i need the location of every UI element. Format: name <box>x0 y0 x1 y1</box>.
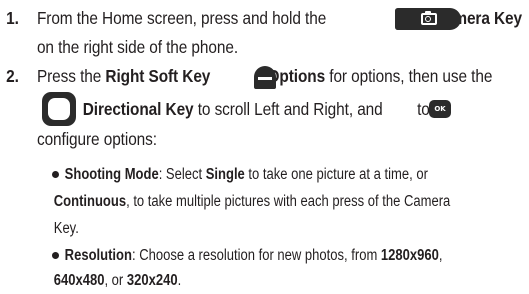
options-text: Options <box>267 66 326 86</box>
bullet-text-part: : Choose a resolution for new photos, fr… <box>131 247 381 264</box>
bullet-text-part: . <box>177 272 182 289</box>
bullet-text: Shooting Mode: Select Single to take one… <box>65 161 428 188</box>
bullet-option: 320x240 <box>126 272 178 289</box>
step-text: From the Home screen, press and hold the <box>37 4 326 33</box>
bullet-dot <box>52 252 59 259</box>
bullet-dot <box>52 171 59 178</box>
bullet-option: Continuous <box>53 193 127 210</box>
step-text-part: to scroll Left and Right, and <box>193 99 383 119</box>
bullet-text-part: , <box>438 247 443 264</box>
step-number: 2. <box>6 66 19 86</box>
bullet-option: Single <box>205 166 245 183</box>
bullet-option: 640x480 <box>53 272 105 289</box>
directional-key-icon <box>42 92 76 126</box>
step-text: Press the Right Soft Key <box>37 62 210 91</box>
bullet-text-part: , or <box>104 272 127 289</box>
step-text: to <box>417 99 430 119</box>
bullet-term: Resolution <box>64 247 132 264</box>
ok-key-icon: OK <box>429 100 451 118</box>
right-soft-key-icon <box>254 66 276 89</box>
bullet-option: 1280x960 <box>380 247 439 264</box>
directional-key-label: Directional Key <box>82 99 194 119</box>
bullet-text-part: , to take multiple pictures with each pr… <box>126 193 451 210</box>
step-text-part: for options, then use the <box>325 66 493 86</box>
bullet-text: Continuous, to take multiple pictures wi… <box>54 188 451 215</box>
bullet-text-part: to take one picture at a time, or <box>244 166 428 183</box>
bullet-text: Resolution: Choose a resolution for new … <box>65 242 443 269</box>
step-number: 1. <box>6 8 19 28</box>
options-label: Options for options, then use the <box>268 62 493 91</box>
step-text-part: From the Home screen, press and hold the <box>36 8 327 28</box>
step-text: configure options: <box>36 129 157 149</box>
step-text-part: Press the <box>36 66 106 86</box>
step-text: on the right side of the phone. <box>36 37 239 57</box>
manual-page: 1. From the Home screen, press and hold … <box>0 0 529 293</box>
bullet-text: 640x480, or 320x240. <box>54 267 181 294</box>
bullet-text: Key. <box>53 220 79 237</box>
camera-key-icon <box>395 8 461 30</box>
right-soft-key-label: Right Soft Key <box>105 66 211 86</box>
step-text: Directional Key to scroll Left and Right… <box>83 95 383 124</box>
bullet-text-part: : Select <box>158 166 206 183</box>
bullet-term: Shooting Mode <box>64 166 159 183</box>
